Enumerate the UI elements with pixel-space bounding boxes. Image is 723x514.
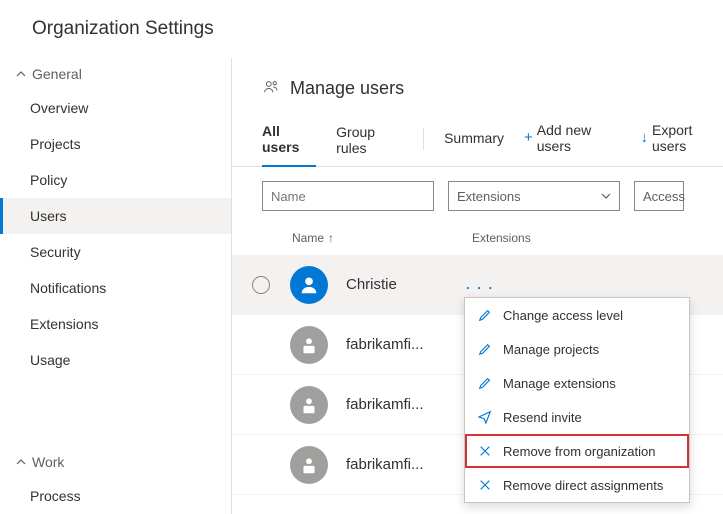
sidebar-item-notifications[interactable]: Notifications [0, 270, 231, 306]
section-label: Work [32, 454, 64, 470]
access-filter-select[interactable]: Access [634, 181, 684, 211]
row-more-actions[interactable]: . . . [466, 277, 494, 292]
avatar [290, 266, 328, 304]
manage-users-heading: Manage users [290, 78, 404, 99]
export-label: Export users [652, 122, 723, 154]
export-users-button[interactable]: ↓ Export users [640, 122, 723, 162]
divider [423, 128, 424, 150]
main-panel: Manage users All users Group rules Summa… [232, 58, 723, 514]
menu-item-resend-invite[interactable]: Resend invite [465, 400, 689, 434]
add-label: Add new users [537, 122, 621, 154]
users-icon [262, 78, 280, 99]
user-table-body: Christie . . . fabrikamfi... fabrikamfi.… [232, 255, 723, 514]
nav-general: Overview Projects Policy Users Security … [0, 90, 231, 378]
sidebar-item-policy[interactable]: Policy [0, 162, 231, 198]
sort-asc-icon: ↑ [328, 231, 334, 245]
sidebar-item-usage[interactable]: Usage [0, 342, 231, 378]
menu-item-label: Manage extensions [503, 376, 616, 391]
plus-icon: + [524, 129, 533, 146]
pencil-icon [477, 375, 493, 391]
menu-item-label: Manage projects [503, 342, 599, 357]
column-header-name[interactable]: Name ↑ [292, 231, 472, 245]
menu-item-change-access-level[interactable]: Change access level [465, 298, 689, 332]
pencil-icon [477, 307, 493, 323]
sidebar-item-projects[interactable]: Projects [0, 126, 231, 162]
avatar [290, 386, 328, 424]
menu-item-label: Remove direct assignments [503, 478, 663, 493]
send-icon [477, 409, 493, 425]
chevron-down-icon [601, 189, 611, 204]
avatar [290, 446, 328, 484]
extensions-filter-label: Extensions [457, 189, 521, 204]
menu-item-label: Change access level [503, 308, 623, 323]
chevron-up-icon [16, 69, 26, 79]
name-filter-input[interactable] [262, 181, 434, 211]
menu-item-label: Remove from organization [503, 444, 655, 459]
menu-item-remove-from-organization[interactable]: Remove from organization [465, 434, 689, 468]
sidebar-item-extensions[interactable]: Extensions [0, 306, 231, 342]
row-select-radio[interactable] [252, 276, 270, 294]
x-icon [477, 477, 493, 493]
tab-group-rules[interactable]: Group rules [336, 118, 403, 166]
pencil-icon [477, 341, 493, 357]
tab-all-users[interactable]: All users [262, 117, 316, 167]
extensions-filter-select[interactable]: Extensions [448, 181, 620, 211]
page-title: Organization Settings [0, 0, 723, 58]
sidebar-item-process[interactable]: Process [0, 478, 231, 514]
row-name: fabrikamfi... [346, 456, 466, 473]
avatar [290, 326, 328, 364]
summary-button[interactable]: Summary [444, 130, 504, 154]
sidebar-item-users[interactable]: Users [0, 198, 231, 234]
filter-row: Extensions Access [232, 167, 723, 225]
section-header-work[interactable]: Work [0, 446, 231, 478]
download-icon: ↓ [640, 129, 648, 146]
section-label: General [32, 66, 82, 82]
access-filter-label: Access [643, 189, 685, 204]
x-icon [477, 443, 493, 459]
column-headers: Name ↑ Extensions [232, 225, 723, 255]
row-name: fabrikamfi... [346, 396, 466, 413]
menu-item-label: Resend invite [503, 410, 582, 425]
menu-item-remove-direct-assignments[interactable]: Remove direct assignments [465, 468, 689, 502]
menu-item-manage-projects[interactable]: Manage projects [465, 332, 689, 366]
menu-item-manage-extensions[interactable]: Manage extensions [465, 366, 689, 400]
sidebar-item-overview[interactable]: Overview [0, 90, 231, 126]
row-name: fabrikamfi... [346, 336, 466, 353]
chevron-up-icon [16, 457, 26, 467]
nav-work: Process [0, 478, 231, 514]
add-new-users-button[interactable]: + Add new users [524, 122, 621, 162]
column-header-extensions[interactable]: Extensions [472, 231, 531, 245]
column-name-label: Name [292, 231, 324, 245]
sidebar: General Overview Projects Policy Users S… [0, 58, 232, 514]
sidebar-item-security[interactable]: Security [0, 234, 231, 270]
row-name: Christie [346, 276, 466, 293]
context-menu: Change access level Manage projects Mana… [464, 297, 690, 503]
section-header-general[interactable]: General [0, 58, 231, 90]
toolbar: All users Group rules Summary + Add new … [232, 109, 723, 167]
